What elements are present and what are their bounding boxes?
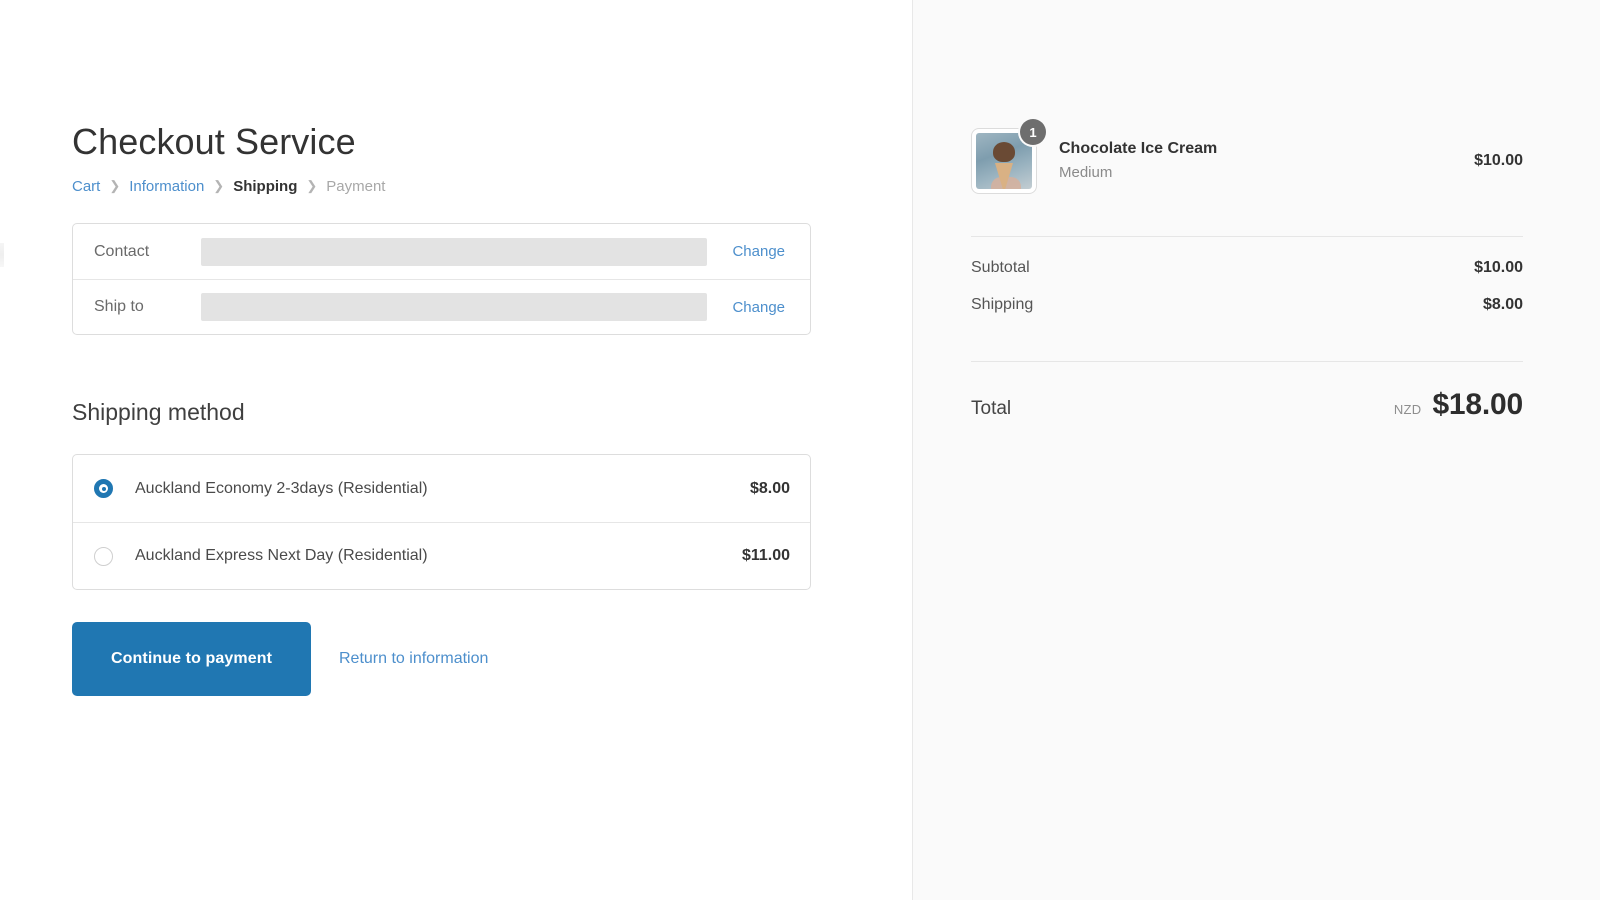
order-review-card: Contact Change Ship to Change — [72, 223, 811, 335]
subtotal-value: $10.00 — [1474, 259, 1523, 277]
product-variant: Medium — [1059, 162, 1474, 184]
total-value: $18.00 — [1432, 388, 1523, 422]
checkout-page: Checkout Service Cart ❯ Information ❯ Sh… — [0, 0, 1600, 900]
checkout-form-pane: Checkout Service Cart ❯ Information ❯ Sh… — [0, 0, 913, 900]
shipping-option-express[interactable]: Auckland Express Next Day (Residential) … — [73, 522, 810, 589]
radio-unselected-icon[interactable] — [94, 547, 113, 566]
cone-shape — [995, 163, 1013, 189]
edge-artifact — [0, 243, 4, 267]
order-summary: 1 Chocolate Ice Cream Medium $10.00 Subt… — [971, 0, 1523, 422]
review-row-ship-to: Ship to Change — [73, 279, 810, 334]
breadcrumb: Cart ❯ Information ❯ Shipping ❯ Payment — [72, 177, 812, 197]
shipping-value: $8.00 — [1483, 296, 1523, 314]
form-actions: Continue to payment Return to informatio… — [72, 622, 812, 696]
scoop-shape — [993, 142, 1015, 162]
subtotal-label: Subtotal — [971, 259, 1030, 277]
product-details: Chocolate Ice Cream Medium — [1059, 138, 1474, 184]
quantity-badge: 1 — [1020, 119, 1046, 145]
continue-to-payment-button[interactable]: Continue to payment — [72, 622, 311, 696]
shipping-option-label: Auckland Economy 2-3days (Residential) — [135, 480, 750, 498]
breadcrumb-item-shipping: Shipping — [233, 177, 297, 197]
shipping-method-title: Shipping method — [72, 398, 812, 426]
review-row-contact: Contact Change — [73, 224, 810, 279]
order-summary-pane: 1 Chocolate Ice Cream Medium $10.00 Subt… — [913, 0, 1600, 900]
total-amount-group: NZD $18.00 — [1394, 388, 1523, 422]
shipping-option-label: Auckland Express Next Day (Residential) — [135, 547, 742, 565]
chevron-right-icon: ❯ — [306, 176, 317, 196]
shipping-label: Shipping — [971, 296, 1033, 314]
summary-row-subtotal: Subtotal $10.00 — [971, 259, 1523, 296]
ship-to-label: Ship to — [94, 298, 201, 316]
ship-to-value-redacted — [201, 293, 707, 321]
product-thumbnail-wrap: 1 — [971, 128, 1037, 194]
radio-selected-icon[interactable] — [94, 479, 113, 498]
product-price: $10.00 — [1474, 152, 1523, 170]
breadcrumb-item-payment: Payment — [326, 177, 385, 197]
order-line-item: 1 Chocolate Ice Cream Medium $10.00 — [971, 0, 1523, 194]
page-title: Checkout Service — [72, 0, 812, 164]
shipping-option-price: $11.00 — [742, 547, 790, 565]
chevron-right-icon: ❯ — [109, 176, 120, 196]
shipping-option-price: $8.00 — [750, 480, 790, 498]
chevron-right-icon: ❯ — [213, 176, 224, 196]
total-label: Total — [971, 398, 1011, 420]
breadcrumb-item-information[interactable]: Information — [129, 177, 204, 197]
breadcrumb-item-cart[interactable]: Cart — [72, 177, 100, 197]
shipping-method-list: Auckland Economy 2-3days (Residential) $… — [72, 454, 811, 590]
checkout-form-content: Checkout Service Cart ❯ Information ❯ Sh… — [72, 0, 812, 696]
currency-code: NZD — [1394, 402, 1422, 417]
return-to-information-link[interactable]: Return to information — [339, 650, 488, 668]
summary-row-shipping: Shipping $8.00 — [971, 296, 1523, 333]
product-name: Chocolate Ice Cream — [1059, 138, 1474, 160]
change-ship-to-link[interactable]: Change — [723, 299, 785, 316]
summary-totals: Subtotal $10.00 Shipping $8.00 — [971, 237, 1523, 333]
shipping-option-economy[interactable]: Auckland Economy 2-3days (Residential) $… — [73, 455, 810, 522]
change-contact-link[interactable]: Change — [723, 243, 785, 260]
contact-value-redacted — [201, 238, 707, 266]
contact-label: Contact — [94, 243, 201, 261]
summary-row-total: Total NZD $18.00 — [971, 362, 1523, 422]
